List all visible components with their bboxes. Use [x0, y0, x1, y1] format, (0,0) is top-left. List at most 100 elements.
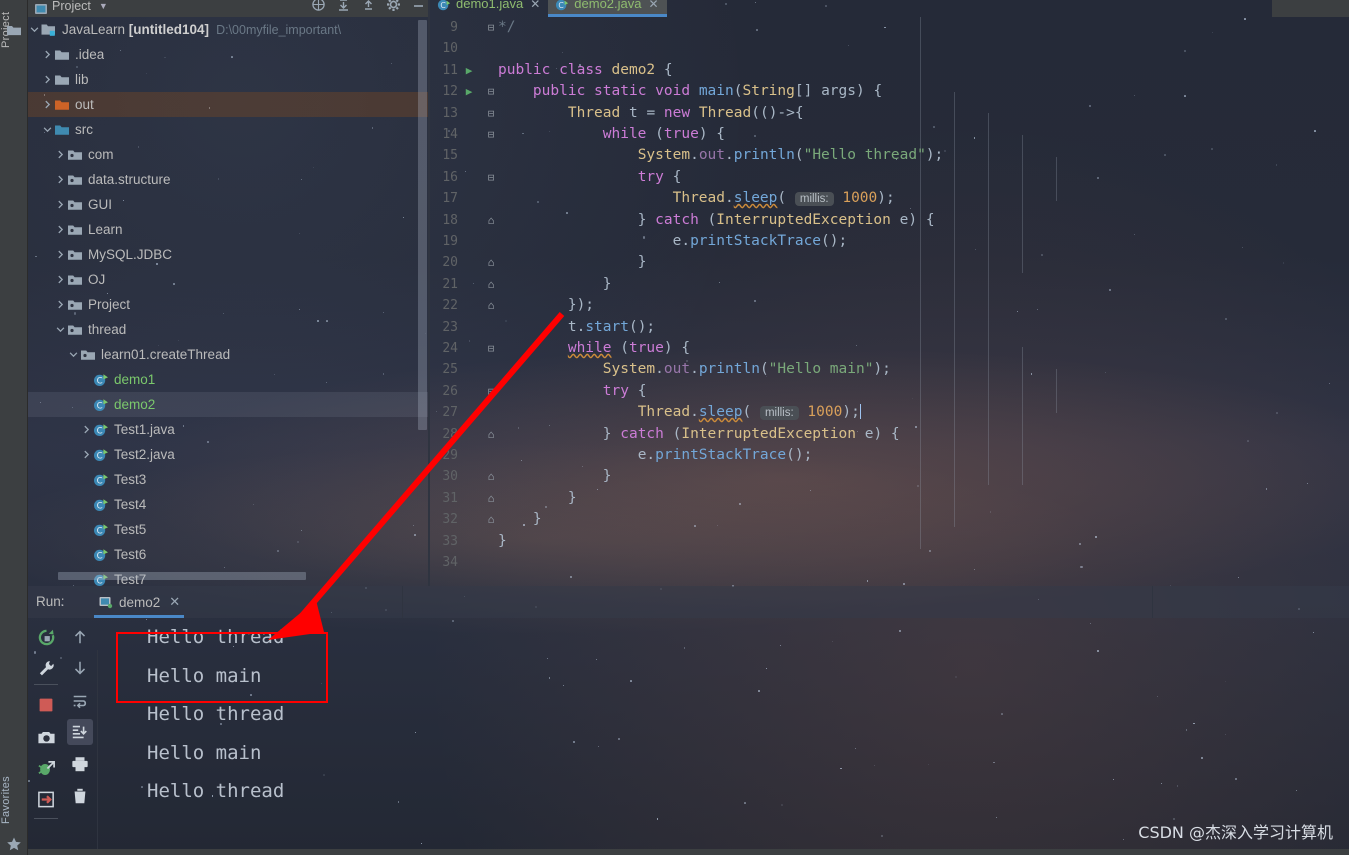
chevron-right-icon[interactable] — [54, 148, 67, 161]
project-tool-window[interactable]: Project ▼ JavaLearn [untitled104] D:\00m… — [28, 0, 430, 586]
code-line[interactable]: 23 t.start(); — [430, 317, 1349, 338]
code-fold-marker[interactable]: ⌂ — [485, 466, 497, 487]
collapse-all-icon[interactable] — [361, 0, 376, 12]
tree-row[interactable]: learn01.createThread — [28, 342, 430, 367]
code-fold-marker[interactable]: ⌂ — [485, 509, 497, 530]
code-line[interactable]: 33} — [430, 531, 1349, 552]
code-line[interactable]: 17 Thread.sleep( millis: 1000); — [430, 188, 1349, 209]
code-line[interactable]: 34 — [430, 552, 1349, 573]
code-fold-marker[interactable]: ⌂ — [485, 274, 497, 295]
code-line[interactable]: 22 ⌂ }); — [430, 295, 1349, 316]
tree-row[interactable]: Cdemo2 — [28, 392, 430, 417]
code-line[interactable]: 13 ⊟ Thread t = new Thread(()->{ — [430, 103, 1349, 124]
chevron-right-icon[interactable] — [41, 98, 54, 111]
project-tree[interactable]: JavaLearn [untitled104] D:\00myfile_impor… — [28, 17, 430, 586]
chevron-right-icon[interactable] — [41, 48, 54, 61]
trash-icon[interactable] — [67, 783, 93, 809]
soft-wrap-icon[interactable] — [67, 688, 93, 714]
close-icon[interactable]: ✕ — [649, 0, 659, 11]
code-line[interactable]: 10 — [430, 38, 1349, 59]
project-vertical-scrollbar[interactable] — [418, 20, 427, 430]
tree-row[interactable]: lib — [28, 67, 430, 92]
run-gutter-icon[interactable]: ▶ — [462, 81, 476, 102]
code-line[interactable]: 21 ⌂ } — [430, 274, 1349, 295]
code-line[interactable]: 26 ⊟ try { — [430, 381, 1349, 402]
tree-row[interactable]: src — [28, 117, 430, 142]
code-line[interactable]: 9 ⊟ */ — [430, 17, 1349, 38]
tree-row[interactable]: .idea — [28, 42, 430, 67]
editor-area[interactable]: C demo1.java ✕ C demo2.java ✕ 9 ⊟ */ 10 … — [430, 0, 1349, 586]
code-line[interactable]: 27 Thread.sleep( millis: 1000); — [430, 402, 1349, 423]
code-fold-marker[interactable]: ⊟ — [485, 17, 497, 38]
editor-tab-demo2[interactable]: C demo2.java ✕ — [548, 0, 667, 17]
code-fold-marker[interactable]: ⊟ — [485, 124, 497, 145]
chevron-right-icon[interactable] — [54, 273, 67, 286]
close-icon[interactable]: ✕ — [530, 0, 540, 11]
tree-row[interactable]: C Test3 — [28, 467, 430, 492]
code-fold-marker[interactable]: ⊟ — [485, 81, 497, 102]
rerun-icon[interactable] — [33, 624, 59, 650]
tree-row[interactable]: C Test4 — [28, 492, 430, 517]
scroll-to-end-icon[interactable] — [67, 719, 93, 745]
code-editor-canvas[interactable]: 9 ⊟ */10 11 ▶ public class demo2 {12 ▶ ⊟ public… — [430, 17, 1349, 586]
code-fold-marker[interactable]: ⌂ — [485, 295, 497, 316]
camera-icon[interactable] — [33, 724, 59, 750]
code-line[interactable]: 24 ⊟ while (true) { — [430, 338, 1349, 359]
code-fold-marker[interactable]: ⌂ — [485, 252, 497, 273]
tree-row[interactable]: Cdemo1 — [28, 367, 430, 392]
tree-row-out[interactable]: out — [28, 92, 430, 117]
code-line[interactable]: 11 ▶ public class demo2 { — [430, 60, 1349, 81]
close-icon[interactable]: ✕ — [169, 594, 180, 610]
code-fold-marker[interactable]: ⊟ — [485, 338, 497, 359]
tree-row[interactable]: Project — [28, 292, 430, 317]
run-tab-demo2[interactable]: demo2 ✕ — [90, 586, 188, 618]
chevron-right-icon[interactable] — [41, 73, 54, 86]
print-icon[interactable] — [67, 751, 93, 777]
code-fold-marker[interactable]: ⌂ — [485, 424, 497, 445]
tree-row[interactable]: C Test6 — [28, 542, 430, 567]
chevron-down-icon[interactable] — [41, 123, 54, 136]
tree-row[interactable]: GUI — [28, 192, 430, 217]
arrow-up-icon[interactable] — [67, 624, 93, 650]
code-line[interactable]: 29 e.printStackTrace(); — [430, 445, 1349, 466]
code-line[interactable]: 14 ⊟ while (true) { — [430, 124, 1349, 145]
code-line[interactable]: 15 System.out.println("Hello thread"); — [430, 145, 1349, 166]
run-gutter-icon[interactable]: ▶ — [462, 60, 476, 81]
gear-icon[interactable] — [386, 0, 401, 12]
chevron-down-icon[interactable] — [67, 348, 80, 361]
code-line[interactable]: 19 e.printStackTrace(); — [430, 231, 1349, 252]
stop-icon[interactable] — [33, 692, 59, 718]
code-line[interactable]: 12 ▶ ⊟ public static void main(String[] ar… — [430, 81, 1349, 102]
editor-tab-bar[interactable]: C demo1.java ✕ C demo2.java ✕ — [430, 0, 667, 17]
tree-row[interactable]: OJ — [28, 267, 430, 292]
tree-row[interactable]: Learn — [28, 217, 430, 242]
expand-all-icon[interactable] — [336, 0, 351, 12]
chevron-down-icon[interactable]: ▼ — [99, 1, 108, 11]
left-tool-strip[interactable]: Project Favorites — [0, 0, 28, 855]
code-line[interactable]: 16 ⊟ try { — [430, 167, 1349, 188]
code-fold-marker[interactable]: ⊟ — [485, 167, 497, 188]
chevron-down-icon[interactable] — [54, 323, 67, 336]
code-line[interactable]: 32 ⌂ } — [430, 509, 1349, 530]
tree-row[interactable]: C Test2.java — [28, 442, 430, 467]
panel-divider[interactable] — [428, 0, 430, 586]
code-line[interactable]: 25 System.out.println("Hello main"); — [430, 359, 1349, 380]
project-horizontal-scrollbar[interactable] — [58, 572, 306, 580]
chevron-right-icon[interactable] — [80, 448, 93, 461]
code-fold-marker[interactable]: ⌂ — [485, 210, 497, 231]
chevron-right-icon[interactable] — [54, 173, 67, 186]
tree-row[interactable]: thread — [28, 317, 430, 342]
chevron-right-icon[interactable] — [54, 223, 67, 236]
run-tool-window[interactable]: Run: demo2 ✕ Hello thread Hello main Hel… — [28, 586, 1349, 855]
code-line[interactable]: 28 ⌂ } catch (InterruptedException e) { — [430, 424, 1349, 445]
tool-strip-tab-favorites[interactable]: Favorites — [0, 763, 28, 837]
editor-tab-demo1[interactable]: C demo1.java ✕ — [430, 0, 548, 17]
export-icon[interactable] — [33, 786, 59, 812]
code-fold-marker[interactable]: ⊟ — [485, 103, 497, 124]
code-fold-marker[interactable]: ⌂ — [485, 488, 497, 509]
tree-row[interactable]: com — [28, 142, 430, 167]
chevron-right-icon[interactable] — [54, 298, 67, 311]
code-line[interactable]: 30 ⌂ } — [430, 466, 1349, 487]
project-panel-toolbar[interactable] — [311, 0, 426, 17]
run-toolbar[interactable] — [28, 618, 100, 855]
